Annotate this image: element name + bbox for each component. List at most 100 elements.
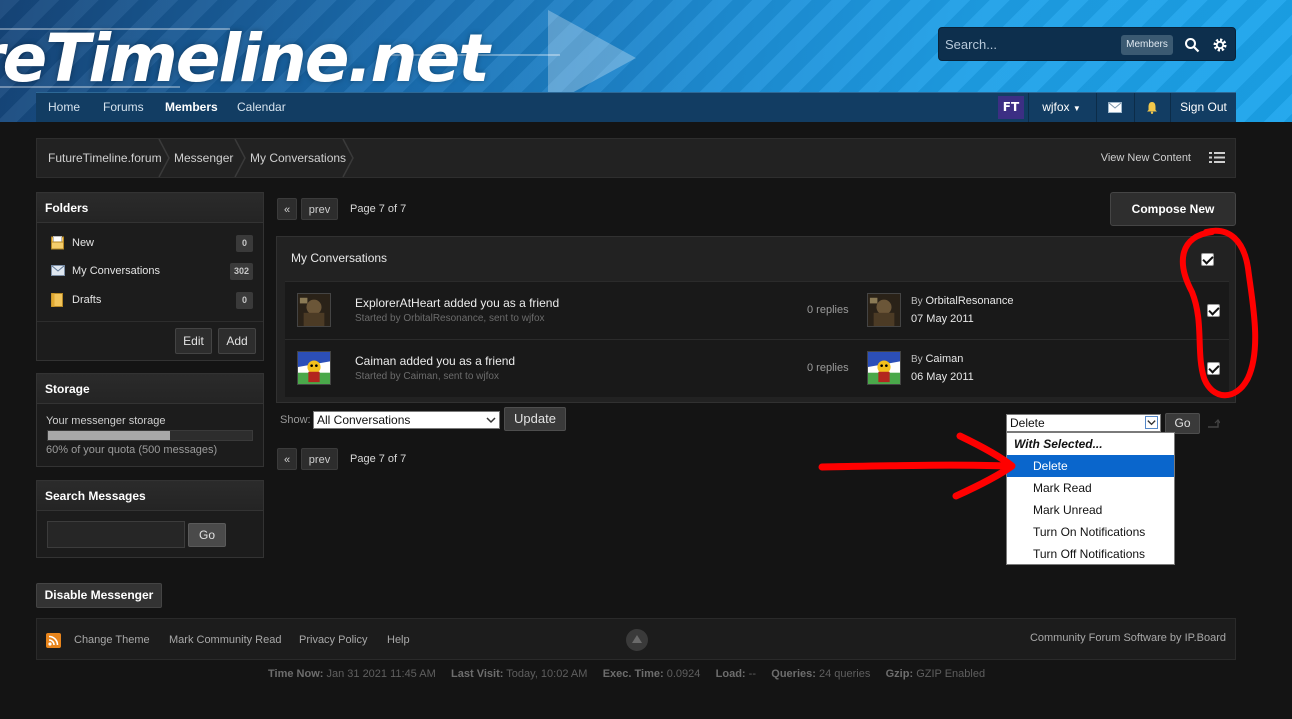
return-arrow-icon (1208, 419, 1220, 428)
inbox-button[interactable] (1096, 93, 1132, 122)
add-folder-button[interactable]: Add (218, 328, 256, 354)
option-mark-read[interactable]: Mark Read (1007, 477, 1174, 499)
stat-time-now: Jan 31 2021 11:45 AM (326, 668, 436, 680)
folder-count-badge: 302 (229, 263, 253, 280)
folder-my-conversations[interactable]: My Conversations 302 (37, 257, 263, 285)
stat-label: Load: (715, 668, 746, 680)
folder-label: Drafts (72, 294, 102, 306)
folder-drafts[interactable]: Drafts 0 (37, 286, 263, 314)
bell-icon (1146, 102, 1157, 114)
site-logo[interactable]: reTimeline.net (0, 20, 490, 97)
stat-label: Time Now: (268, 668, 324, 680)
breadcrumb-separator (342, 139, 354, 177)
conversation-meta: Started by OrbitalResonance, sent to wjf… (355, 313, 545, 324)
conversation-subject-link[interactable]: ExplorerAtHeart added you as a friend (355, 296, 559, 310)
search-messages-panel: Search Messages Go (36, 480, 264, 558)
search-options-button[interactable] (1207, 32, 1233, 58)
breadcrumb-item[interactable]: Messenger (174, 139, 233, 177)
nav-home[interactable]: Home (48, 93, 80, 122)
bulk-go-button[interactable]: Go (1165, 413, 1200, 434)
option-delete[interactable]: Delete (1007, 455, 1174, 477)
nav-forums[interactable]: Forums (103, 93, 144, 122)
sign-out-link[interactable]: Sign Out (1170, 93, 1236, 122)
mark-community-read-link[interactable]: Mark Community Read (169, 619, 281, 661)
conversation-meta: Started by Caiman, sent to wjfox (355, 371, 499, 382)
help-link[interactable]: Help (387, 619, 410, 661)
bulk-action-value: Delete (1010, 416, 1045, 430)
compose-new-button[interactable]: Compose New (1110, 192, 1236, 226)
envelope-icon (1107, 102, 1122, 113)
user-avatar-badge[interactable]: FT (998, 96, 1024, 119)
last-post-date: 07 May 2011 (911, 313, 974, 325)
avatar[interactable] (297, 293, 331, 327)
row-checkbox[interactable] (1207, 362, 1220, 375)
select-all-checkbox[interactable] (1201, 253, 1214, 266)
show-filter-select[interactable]: All Conversations (313, 411, 500, 429)
stat-queries: 24 queries (818, 668, 871, 680)
last-poster: By Caiman (911, 353, 963, 365)
breadcrumb-item[interactable]: My Conversations (250, 139, 346, 177)
search-scope-badge[interactable]: Members (1121, 35, 1173, 55)
breadcrumb-item[interactable]: FutureTimeline.forum (48, 139, 162, 177)
folder-count-badge: 0 (236, 292, 253, 309)
avatar[interactable] (867, 293, 901, 327)
update-button[interactable]: Update (504, 407, 566, 431)
dropdown-group-label: With Selected... (1014, 437, 1103, 451)
footer-bar: Change Theme Mark Community Read Privacy… (36, 618, 1236, 660)
breadcrumb-separator (234, 139, 246, 177)
first-page-button[interactable]: « (277, 448, 297, 470)
conversation-row[interactable]: Caiman added you as a friend Started by … (285, 339, 1229, 397)
bulk-action-select[interactable]: Delete (1006, 414, 1161, 432)
avatar[interactable] (867, 351, 901, 385)
mail-icon (51, 265, 65, 276)
folder-new[interactable]: New 0 (37, 229, 263, 257)
nav-members[interactable]: Members (165, 93, 218, 122)
stat-label: Queries: (771, 668, 816, 680)
folder-open-icon (51, 236, 64, 250)
view-new-content-link[interactable]: View New Content (1101, 139, 1191, 177)
message-search-input[interactable] (47, 521, 185, 548)
page-stats: Time Now: Jan 31 2021 11:45 AM Last Visi… (268, 668, 985, 680)
list-icon[interactable] (1209, 151, 1225, 164)
last-poster-link[interactable]: OrbitalResonance (925, 295, 1013, 307)
prev-page-button[interactable]: prev (301, 448, 338, 470)
last-post-date: 06 May 2011 (911, 371, 974, 383)
breadcrumb-separator (158, 139, 170, 177)
stat-exec-time: 0.0924 (666, 668, 701, 680)
row-checkbox[interactable] (1207, 304, 1220, 317)
rss-icon[interactable] (46, 633, 61, 648)
change-theme-link[interactable]: Change Theme (74, 619, 150, 661)
message-search-go-button[interactable]: Go (188, 523, 226, 547)
user-menu[interactable]: wjfox ▼ (1028, 93, 1094, 122)
prev-page-button[interactable]: prev (301, 198, 338, 220)
search-button[interactable] (1179, 32, 1205, 58)
edit-folders-button[interactable]: Edit (175, 328, 212, 354)
privacy-policy-link[interactable]: Privacy Policy (299, 619, 367, 661)
search-bar: Members (938, 27, 1236, 61)
nav-calendar[interactable]: Calendar (237, 93, 286, 122)
breadcrumb: FutureTimeline.forum Messenger My Conver… (36, 138, 1236, 178)
conversation-subject-link[interactable]: Caiman added you as a friend (355, 354, 515, 368)
storage-label: Your messenger storage (46, 415, 166, 427)
first-page-button[interactable]: « (277, 198, 297, 220)
show-filter-value: All Conversations (317, 413, 411, 427)
software-credit-link[interactable]: Community Forum Software by IP.Board (1030, 617, 1226, 659)
conversation-row[interactable]: ExplorerAtHeart added you as a friend St… (285, 281, 1229, 339)
reply-count: 0 replies (807, 304, 849, 316)
back-to-top-icon[interactable] (625, 628, 649, 652)
last-poster-link[interactable]: Caiman (925, 353, 963, 365)
option-mark-unread[interactable]: Mark Unread (1007, 499, 1174, 521)
storage-panel: Storage Your messenger storage 60% of yo… (36, 373, 264, 467)
stat-label: Gzip: (885, 668, 914, 680)
notifications-button[interactable] (1134, 93, 1168, 122)
search-input[interactable] (945, 33, 1115, 55)
option-notifications-off[interactable]: Turn Off Notifications (1007, 543, 1174, 565)
main-nav: Home Forums Members Calendar FT wjfox ▼ … (36, 92, 1236, 122)
storage-title: Storage (37, 374, 263, 404)
stat-gzip: GZIP Enabled (916, 668, 986, 680)
disable-messenger-button[interactable]: Disable Messenger (36, 583, 162, 608)
folder-count-badge: 0 (236, 235, 253, 252)
storage-progress-bar (47, 430, 253, 441)
option-notifications-on[interactable]: Turn On Notifications (1007, 521, 1174, 543)
avatar[interactable] (297, 351, 331, 385)
